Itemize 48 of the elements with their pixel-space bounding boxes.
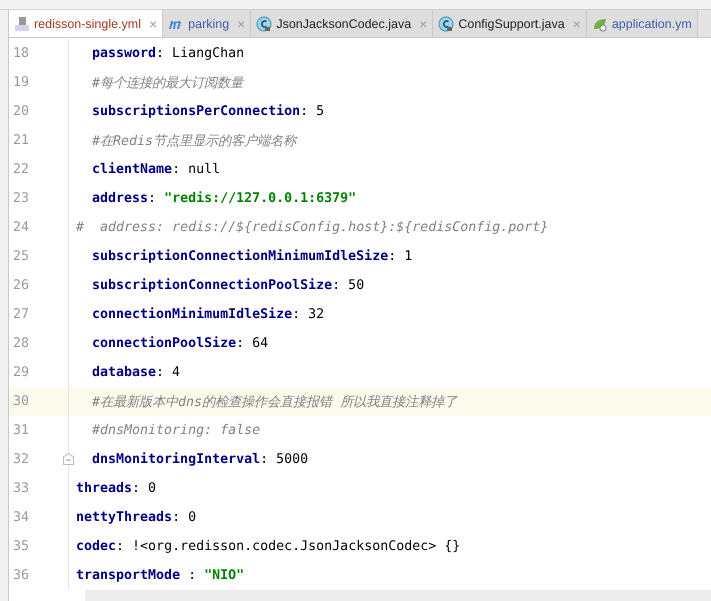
editor-tab[interactable]: parking ×: [163, 10, 252, 37]
code-line: #在最新版本中dns的检查操作会直接报错 所以我直接注释掉了: [91, 394, 458, 410]
code-line: subscriptionsPerConnection: 5: [91, 104, 324, 119]
code-line: clientName: null: [91, 162, 220, 177]
editor-tab[interactable]: ConfigSupport.java ×: [433, 10, 587, 37]
editor-tab[interactable]: redisson-single.yml ×: [9, 10, 164, 37]
line-number: 35: [12, 539, 30, 554]
line-number: 22: [12, 162, 30, 177]
code-line: subscriptionConnectionPoolSize: 50: [91, 278, 364, 293]
line-number: 32: [12, 452, 30, 467]
editor-tab[interactable]: JsonJacksonCodec.java ×: [251, 10, 434, 37]
line-number: 19: [12, 75, 30, 90]
line-number: 18: [12, 46, 30, 61]
code-line: #dnsMonitoring: false: [91, 423, 260, 438]
code-line: database: 4: [91, 365, 180, 380]
code-line: password: LiangChan: [91, 46, 244, 61]
line-number: 36: [12, 568, 30, 583]
line-number: 30: [12, 394, 30, 409]
class-icon: [438, 16, 454, 32]
code-line: nettyThreads: 0: [75, 510, 196, 525]
line-number: 34: [12, 510, 30, 525]
code-line: # address: redis://${redisConfig.host}:${redisConfig.port}: [75, 220, 548, 235]
code-line: connectionPoolSize: 64: [91, 336, 268, 351]
code-line: codec: !<org.redisson.codec.JsonJacksonCodec> {}: [75, 539, 460, 554]
line-number: 23: [12, 191, 30, 206]
line-number: 29: [12, 365, 30, 380]
editor-tab[interactable]: application.ym: [586, 10, 698, 37]
code-line: threads: 0: [75, 481, 156, 496]
line-number: 26: [12, 278, 30, 293]
line-number: 21: [12, 133, 30, 148]
code-line: connectionMinimumIdleSize: 32: [91, 307, 324, 322]
yml-file-icon: [14, 16, 30, 32]
code-line: address: "redis://127.0.0.1:6379": [91, 191, 356, 206]
line-number: 33: [12, 481, 30, 496]
code-line: #在Redis节点里显示的客户端名称: [91, 132, 296, 150]
line-number: 28: [12, 336, 30, 351]
code-line: #每个连接的最大订阅数量: [91, 74, 244, 92]
code-line: transportMode : "NIO": [75, 568, 244, 583]
line-number: 20: [12, 104, 30, 119]
line-number: 24: [12, 220, 30, 235]
line-number: 27: [12, 307, 30, 322]
line-number: 25: [12, 249, 30, 264]
close-icon[interactable]: ×: [148, 16, 158, 32]
fold-icon[interactable]: [63, 453, 74, 465]
class-icon: [256, 16, 272, 32]
code-line: dnsMonitoringInterval: 5000: [91, 452, 308, 467]
code-line: subscriptionConnectionMinimumIdleSize: 1: [91, 249, 412, 264]
line-number: 31: [12, 423, 30, 438]
